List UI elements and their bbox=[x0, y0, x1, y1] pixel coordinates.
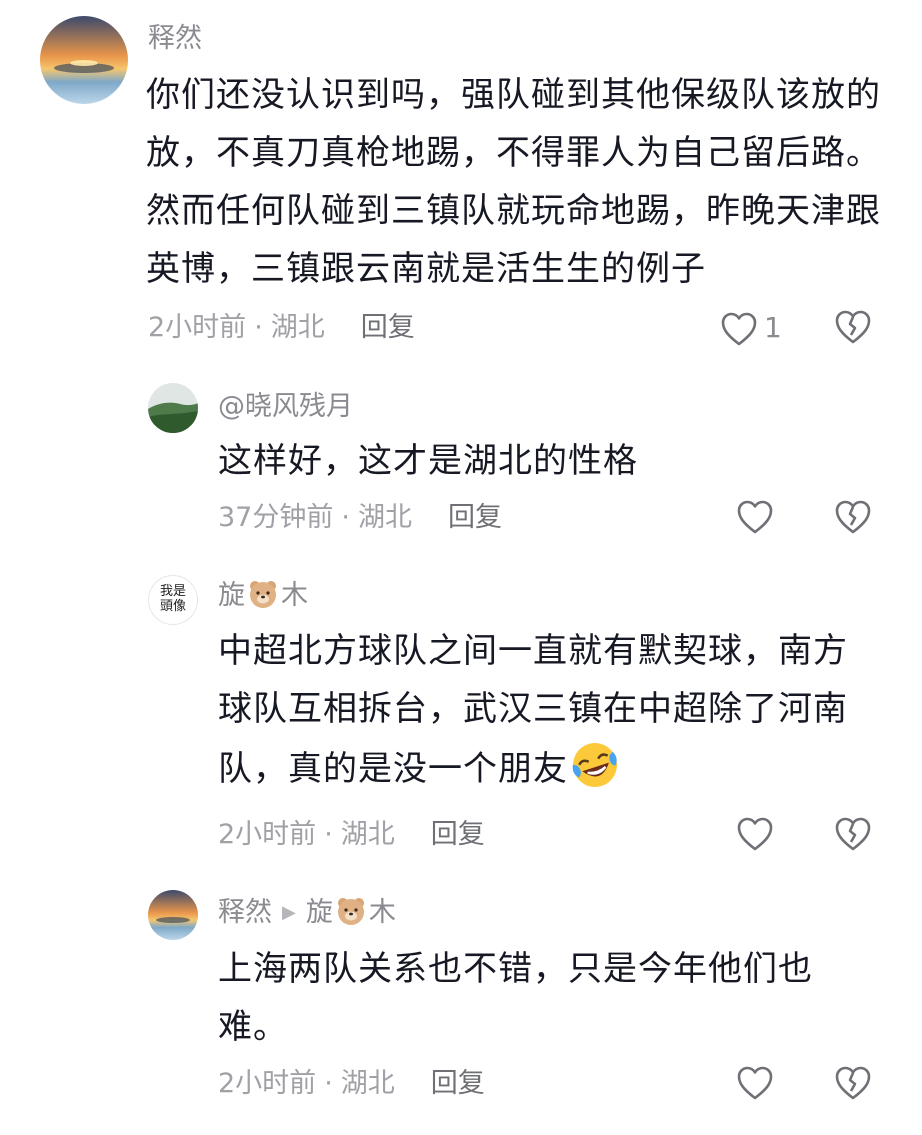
separator-dot: · bbox=[254, 312, 263, 343]
comment-time: 2小时前 bbox=[148, 312, 247, 343]
landscape-avatar-image bbox=[148, 383, 198, 433]
heart-outline-icon bbox=[721, 312, 757, 346]
avatar[interactable]: 我是頭像 bbox=[148, 575, 198, 625]
avatar-text: 我是頭像 bbox=[159, 584, 186, 614]
like-button[interactable] bbox=[736, 499, 776, 539]
comment-location: 湖北 bbox=[340, 819, 395, 850]
comment-author[interactable]: 释然 bbox=[148, 22, 202, 56]
comment-author[interactable]: @晓风残月 bbox=[218, 390, 353, 424]
comment-meta: 2小时前 · 湖北 回复 bbox=[148, 311, 415, 345]
broken-heart-icon bbox=[835, 500, 871, 534]
comment-time: 2小时前 bbox=[218, 819, 317, 850]
author-name: 释然 bbox=[218, 897, 272, 928]
comment-meta: 2小时前 · 湖北 回复 bbox=[218, 818, 485, 852]
comment-location: 湖北 bbox=[357, 502, 412, 533]
comment-time: 37分钟前 bbox=[218, 502, 334, 533]
laughing-crying-emoji bbox=[572, 743, 617, 787]
comment-author[interactable]: 释然 ▶ 旋 木 bbox=[218, 895, 396, 930]
heart-outline-icon bbox=[737, 500, 773, 534]
separator-dot: · bbox=[341, 502, 350, 533]
comment-meta: 2小时前 · 湖北 回复 bbox=[218, 1067, 485, 1101]
reply-button[interactable]: 回复 bbox=[431, 819, 485, 850]
dislike-button[interactable] bbox=[834, 816, 874, 856]
comment-author[interactable]: 旋木 bbox=[218, 578, 308, 613]
reply-button[interactable]: 回复 bbox=[431, 1068, 485, 1099]
reply-to-name-part: 旋 bbox=[305, 897, 333, 928]
broken-heart-icon bbox=[835, 310, 871, 344]
separator-dot: · bbox=[324, 819, 333, 850]
comment-text: 上海两队关系也不错，只是今年他们也难。 bbox=[218, 949, 813, 1047]
reply-button[interactable]: 回复 bbox=[361, 312, 415, 343]
avatar[interactable] bbox=[148, 890, 198, 940]
comment-text: 中超北方球队之间一直就有默契球，南方球队互相拆台，武汉三镇在中超除了河南队，真的… bbox=[218, 622, 882, 798]
comment-meta: 37分钟前 · 湖北 回复 bbox=[218, 501, 502, 535]
comment-text-body: 中超北方球队之间一直就有默契球，南方球队互相拆台，武汉三镇在中超除了河南队，真的… bbox=[218, 631, 848, 789]
sunset-avatar-image bbox=[40, 16, 128, 104]
author-name-part: 旋 bbox=[218, 580, 245, 611]
separator-dot: · bbox=[324, 1068, 333, 1099]
dislike-button[interactable] bbox=[834, 1065, 874, 1105]
like-count: 1 bbox=[764, 311, 782, 344]
author-name-part: 木 bbox=[281, 580, 308, 611]
dislike-button[interactable] bbox=[834, 309, 874, 349]
bear-face-emoji bbox=[250, 581, 276, 608]
play-arrow-icon: ▶ bbox=[282, 902, 296, 923]
reply-button[interactable]: 回复 bbox=[448, 502, 502, 533]
comment-text: 你们还没认识到吗，强队碰到其他保级队该放的放，不真刀真枪地踢，不得罪人为自己留后… bbox=[146, 75, 881, 289]
like-button[interactable]: 1 bbox=[720, 309, 790, 349]
broken-heart-icon bbox=[835, 817, 871, 851]
avatar[interactable] bbox=[148, 383, 198, 433]
dislike-button[interactable] bbox=[834, 499, 874, 539]
like-button[interactable] bbox=[736, 1065, 776, 1105]
sunset-avatar-image bbox=[148, 890, 198, 940]
comment-location: 湖北 bbox=[340, 1068, 395, 1099]
comment-text: 这样好，这才是湖北的性格 bbox=[218, 441, 638, 481]
broken-heart-icon bbox=[835, 1066, 871, 1100]
avatar[interactable] bbox=[40, 16, 128, 104]
heart-outline-icon bbox=[737, 817, 773, 851]
comment-location: 湖北 bbox=[270, 312, 325, 343]
like-button[interactable] bbox=[736, 816, 776, 856]
comment-time: 2小时前 bbox=[218, 1068, 317, 1099]
heart-outline-icon bbox=[737, 1066, 773, 1100]
bear-face-emoji bbox=[337, 898, 364, 925]
reply-to-name-part: 木 bbox=[368, 897, 396, 928]
